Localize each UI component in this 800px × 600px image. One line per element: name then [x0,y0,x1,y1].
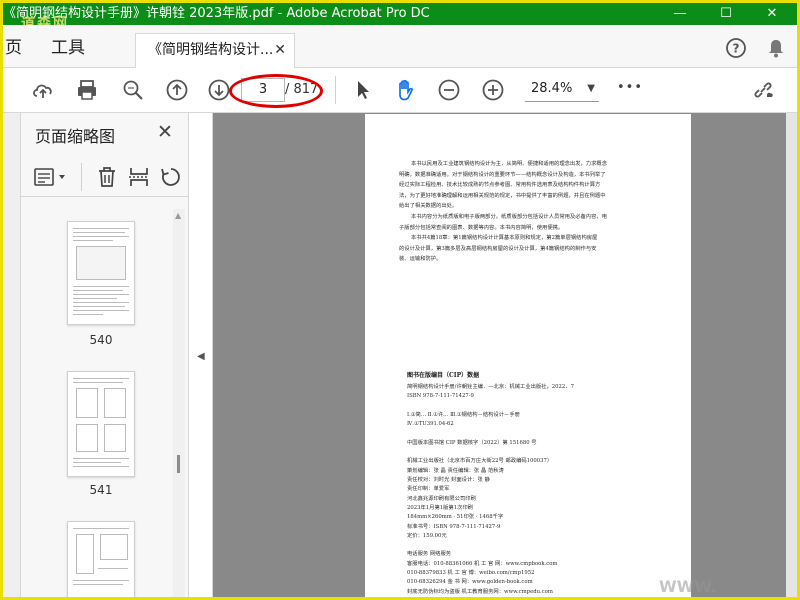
pdf-page: 本书以民用及工业建筑钢结构设计为主，从简明、便捷和适用的理念出发，力求概念明确，… [365,114,691,597]
cip-line: 184mm×260mm · 51印张 · 1468千字 [407,514,504,521]
zoom-out-icon[interactable] [437,78,461,102]
cip-line: 标准书号：ISBN 978-7-111-71427-9 [407,523,501,530]
cip-line: 010-88379833 机 工 官 博：weibo.com/cmp1952 [407,570,535,576]
svg-text:?: ? [733,42,740,56]
cip-line: 机械工业出版社（北京市百万庄大街22号 邮政编码100037） [407,458,553,465]
paragraph-line: 子版部分包括常查阅的图表、数据等内容。本书内容简明，使用便携。 [399,224,564,231]
paragraph-line: 的设计及计算，第3篇多层及高层钢结构房屋的设计及计算，第4篇钢结构的制作与安 [399,245,597,252]
cip-line: 电话服务 网络服务 [407,551,452,558]
rotate-icon[interactable] [159,165,183,189]
paragraph-line: 明确，数据准确适用。对于钢结构设计的重要环节——结构概念设计及构造，本书列举了 [399,171,606,178]
zoom-level-value: 28.4% [531,81,573,96]
left-panel-strip [3,113,21,597]
title-bar: 《简明钢结构设计手册》许朝铨 2023年版.pdf - Adobe Acroba… [3,3,797,25]
menu-tools[interactable]: 工具 [51,33,85,58]
cip-line: 河北鑫兆源印刷有限公司印刷 [407,495,476,502]
document-scrollbar[interactable] [786,113,797,597]
tab-close-icon[interactable]: ✕ [274,34,286,66]
red-annotation-ellipse [229,74,323,108]
paragraph-line: 经过实际工程检用、技术比较成熟的节点参考图、常用构件选用表及结构构件构计算方 [399,182,601,189]
thumbnail-page-label: 540 [89,333,113,347]
document-tab-label: 《简明钢结构设计... [148,42,274,58]
page-watermark: WWW. [659,577,717,596]
cip-line: Ⅰ.①简… Ⅱ.①许… Ⅲ.①钢结构－结构设计－手册 [407,411,520,418]
paragraph-line: 给出了相关数据的出处。 [399,203,458,210]
cip-line: 010-68326294 金 书 网：www.golden-book.com [407,579,533,586]
previous-page-icon[interactable] [165,78,189,102]
thumbnail-scrollbar[interactable]: ▲ [173,209,185,597]
cip-line: 责任校对：刘时光 封面设计：张 静 [407,477,490,483]
chevron-down-icon: ▼ [587,83,595,94]
page-thumbnail[interactable] [67,221,135,325]
cip-line: Ⅳ.①TU391.04-62 [407,421,454,428]
close-panel-icon[interactable]: ✕ [157,121,173,143]
document-view[interactable]: 本书以民用及工业建筑钢结构设计为主，从简明、便捷和适用的理念出发，力求概念明确，… [213,113,797,597]
cip-line: 2023年1月第1版第1次印刷 [407,504,473,511]
more-tools-icon[interactable]: ••• [617,80,643,95]
paragraph-line: 本书以民用及工业建筑钢结构设计为主，从简明、便捷和适用的理念出发，力求概念 [411,161,607,167]
select-cursor-icon[interactable] [351,78,375,102]
toolbar-separator [335,76,336,104]
cip-line: 策划编辑：张 晶 责任编辑：张 晶 范秋涛 [407,467,504,474]
paragraph-line: 装、运输和防护。 [399,256,442,263]
zoom-level-dropdown[interactable]: 28.4% ▼ [525,78,599,102]
scrollbar-thumb[interactable] [177,455,180,473]
print-icon[interactable] [75,78,99,102]
insert-page-icon[interactable] [127,165,151,189]
next-page-icon[interactable] [207,78,231,102]
sidebar-separator [81,163,82,191]
minimize-button[interactable]: — [657,3,703,25]
cip-line: 简明钢结构设计手册/许朝铨主编．—北京：机械工业出版社，2022．7 [407,384,574,390]
help-icon[interactable]: ? [725,37,747,59]
bell-icon[interactable] [765,37,787,59]
watermark-logo: 道森网 [21,16,69,25]
menu-bar: 页 工具 《简明钢结构设计... ✕ ? [3,25,797,68]
cip-line: 封底无防伪标均为盗版 机工教育服务网：www.cmpedu.com [407,588,553,595]
thumbnail-options-icon[interactable] [33,165,69,189]
upload-cloud-icon[interactable] [31,78,55,102]
zoom-in-icon[interactable] [481,78,505,102]
cip-line: 客服电话：010-88361066 机 工 官 网：www.cmpbook.co… [407,560,558,567]
toolbar: 3 / 817 28.4% ▼ ••• [3,68,797,113]
share-link-icon[interactable] [751,78,775,102]
page-thumbnails-panel: 页面缩略图 ✕ 540 541 ▲ [21,113,189,597]
menu-home[interactable]: 页 [5,33,22,58]
cip-line: 责任印制：单爱军 [407,486,450,493]
search-icon[interactable] [121,78,145,102]
paragraph-line: 法，为了更好地准确理解和运用相关规范的规定，书中提供了丰富的例题，并且在例题中 [399,192,606,199]
paragraph-line: 本书内容分为纸质版和电子版两部分。纸质版部分包括设计人员常用及必备内容，电 [411,214,607,220]
panel-title: 页面缩略图 [35,127,116,146]
cip-line: 中国版本图书馆 CIP 数据核字（2022）第 151680 号 [407,439,537,446]
close-window-button[interactable]: ✕ [749,3,795,25]
maximize-button[interactable]: ☐ [703,3,749,25]
document-tab[interactable]: 《简明钢结构设计... ✕ [135,33,295,68]
page-thumbnail[interactable] [67,371,135,477]
trash-icon[interactable] [95,165,119,189]
thumbnail-toolbar [21,157,189,197]
panel-collapse-handle[interactable]: ◀ [189,113,213,597]
paragraph-line: 本书共4篇18章：第1篇钢结构设计计算基本原则和规定，第2篇单层钢结构房屋 [411,235,598,242]
acrobat-window: 《简明钢结构设计手册》许朝铨 2023年版.pdf - Adobe Acroba… [0,0,800,600]
cip-line: 定价：159.00元 [407,532,447,539]
collapse-arrow-icon[interactable]: ◀ [197,351,205,362]
page-thumbnail[interactable] [67,521,135,597]
hand-tool-icon[interactable] [393,78,417,102]
cip-heading: 图书在版编目（CIP）数据 [407,372,480,379]
thumbnail-page-label: 541 [89,483,113,497]
cip-line: ISBN 978-7-111-71427-9 [407,393,474,400]
